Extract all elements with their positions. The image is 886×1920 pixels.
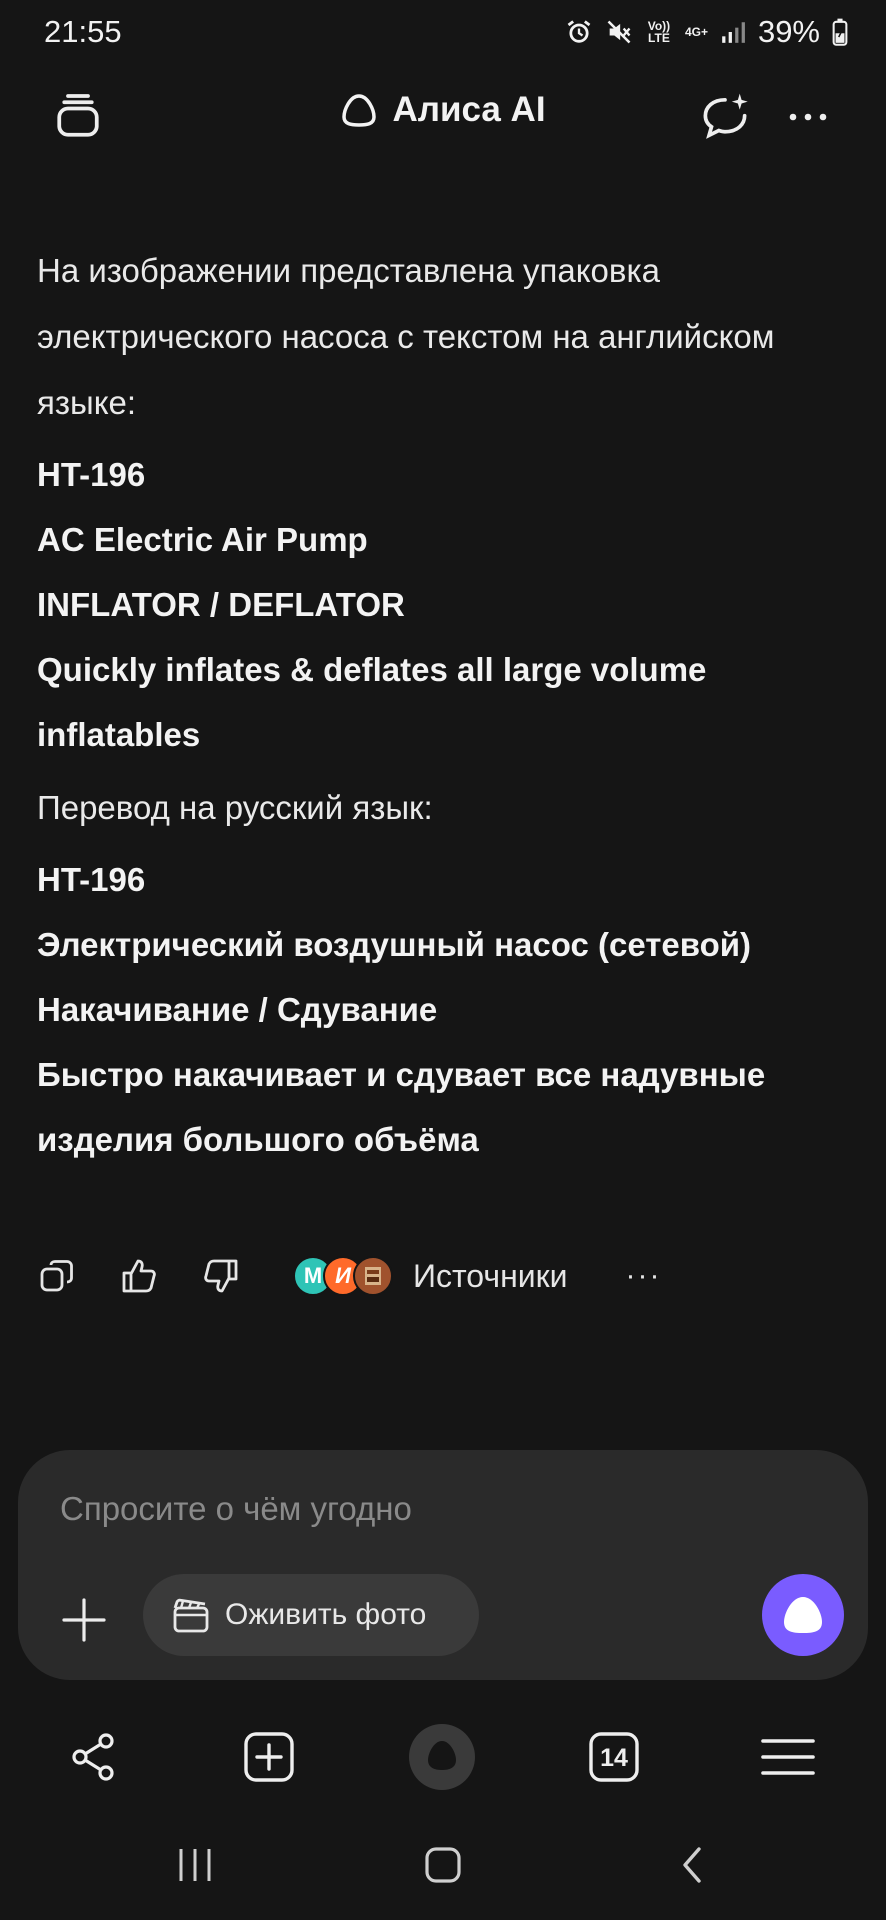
alarm-icon (567, 20, 591, 43)
home-button[interactable] (413, 1840, 473, 1890)
dislike-button[interactable] (201, 1256, 241, 1296)
recent-apps-button[interactable] (165, 1840, 225, 1890)
new-tab-icon (244, 1732, 294, 1782)
message-intro: На изображении представлена упаковка эле… (37, 252, 775, 421)
new-tab-button[interactable] (237, 1725, 301, 1789)
share-button[interactable] (62, 1725, 126, 1789)
copy-button[interactable] (37, 1256, 77, 1296)
battery-charging-icon (832, 18, 848, 46)
english-line: AC Electric Air Pump (37, 521, 368, 558)
english-text-block: HT-196 AC Electric Air Pump INFLATOR / D… (37, 442, 837, 767)
home-icon (425, 1847, 461, 1883)
back-icon (683, 1847, 701, 1883)
new-chat-button[interactable] (696, 88, 754, 146)
alice-home-icon (409, 1724, 475, 1790)
tabs-icon: 14 (589, 1732, 639, 1782)
clapperboard-icon (173, 1598, 209, 1633)
alice-logo-icon (342, 94, 377, 127)
alice-home-button[interactable] (407, 1722, 477, 1792)
source-avatar-image (353, 1256, 393, 1296)
status-icons: Vo)) LTE 4G+ 39% (565, 14, 848, 50)
animate-photo-chip[interactable]: Оживить фото (143, 1574, 479, 1656)
thumbs-up-icon (122, 1259, 156, 1293)
tabs-count: 14 (600, 1744, 628, 1772)
thumbs-down-icon (204, 1259, 238, 1293)
message-more-button[interactable]: ··· (625, 1259, 661, 1293)
message-actions: М И Источники ··· (37, 1250, 857, 1302)
more-icon (789, 113, 827, 121)
chip-label: Оживить фото (225, 1598, 427, 1631)
back-button[interactable] (662, 1840, 722, 1890)
tabs-button[interactable]: 14 (582, 1725, 646, 1789)
alice-voice-button[interactable] (762, 1574, 844, 1656)
source-avatars[interactable]: М И (293, 1256, 393, 1296)
english-line: Quickly inflates & deflates all large vo… (37, 651, 707, 753)
assistant-message: На изображении представлена упаковка эле… (37, 238, 837, 1180)
menu-icon (761, 1739, 815, 1775)
english-line: HT-196 (37, 456, 146, 493)
alice-icon (784, 1597, 822, 1633)
signal-icon (722, 22, 745, 43)
recent-apps-icon (179, 1849, 211, 1881)
english-line: INFLATOR / DEFLATOR (37, 586, 405, 623)
russian-line: Накачивание / Сдувание (37, 991, 438, 1028)
source-thumbnail-icon (365, 1267, 381, 1285)
message-input[interactable]: Спросите о чём угодно (60, 1490, 412, 1528)
share-icon (72, 1733, 114, 1781)
attach-button[interactable] (56, 1592, 112, 1648)
russian-line: HT-196 (37, 861, 146, 898)
russian-line: Электрический воздушный насос (сетевой) (37, 926, 752, 963)
menu-button[interactable] (756, 1725, 820, 1789)
plus-icon (62, 1598, 106, 1642)
copy-icon (40, 1260, 73, 1292)
russian-text-block: HT-196 Электрический воздушный насос (се… (37, 847, 837, 1172)
new-chat-icon (703, 93, 748, 139)
battery-percent: 39% (757, 14, 820, 49)
sources-button[interactable]: Источники (413, 1258, 567, 1295)
russian-line: Быстро накачивает и сдувает все надувные… (37, 1056, 766, 1158)
like-button[interactable] (119, 1256, 159, 1296)
volte-indicator: Vo)) LTE (647, 19, 671, 45)
more-button[interactable] (782, 95, 834, 139)
network-type: 4G+ (684, 25, 708, 39)
page-title: Алиса AI (392, 90, 546, 129)
mute-icon (607, 20, 631, 44)
status-time: 21:55 (44, 14, 122, 49)
translation-heading: Перевод на русский язык: (37, 789, 433, 826)
